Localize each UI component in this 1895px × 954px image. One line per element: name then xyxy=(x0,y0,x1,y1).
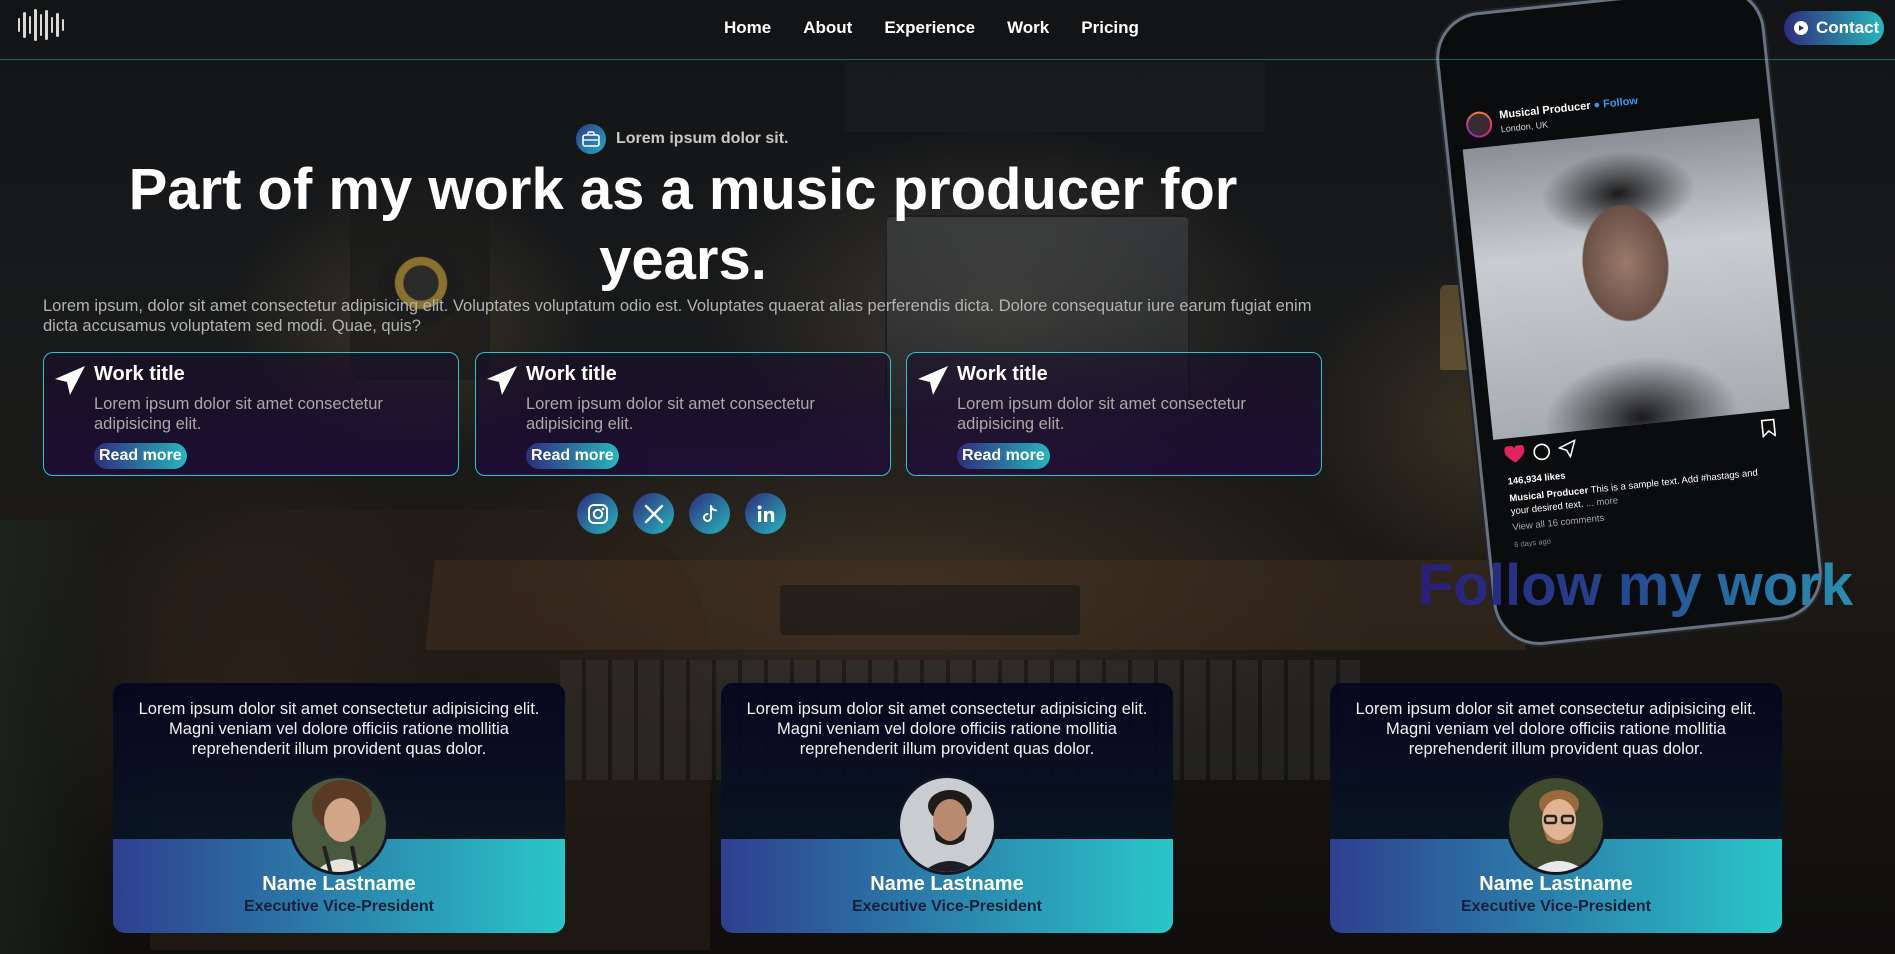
linkedin-icon xyxy=(757,505,774,522)
share-icon[interactable] xyxy=(1557,439,1578,459)
hero-description: Lorem ipsum, dolor sit amet consectetur … xyxy=(43,297,1312,335)
testimonial-card: Lorem ipsum dolor sit amet consectetur a… xyxy=(1330,683,1782,933)
post-time: 6 days ago xyxy=(1513,536,1552,550)
post-location: London, UK xyxy=(1500,119,1549,135)
work-card: Work title Lorem ipsum dolor sit amet co… xyxy=(906,352,1322,476)
testimonial-role: Executive Vice-President xyxy=(1460,898,1652,915)
avatar xyxy=(897,775,997,875)
follow-link[interactable]: Follow xyxy=(1603,95,1639,111)
work-title: Work title xyxy=(957,363,1048,385)
read-more-button[interactable]: Read more xyxy=(526,443,619,469)
work-text: Lorem ipsum dolor sit amet consectetur a… xyxy=(957,395,1246,433)
nav-pricing[interactable]: Pricing xyxy=(1081,16,1139,40)
testimonial-name: Name Lastname xyxy=(262,873,416,895)
soundwave-logo-icon[interactable] xyxy=(18,8,64,42)
avatar xyxy=(1506,775,1606,875)
read-more-button[interactable]: Read more xyxy=(957,443,1050,469)
phone-mockup: Musical Producer ● Follow London, UK 146… xyxy=(1431,0,1827,650)
post-username[interactable]: Musical Producer xyxy=(1499,100,1591,122)
nav-work[interactable]: Work xyxy=(1007,16,1049,40)
tiktok-icon xyxy=(702,504,717,522)
background-plant xyxy=(0,520,110,954)
main-nav: Home About Experience Work Pricing xyxy=(724,16,1139,40)
post-photo xyxy=(1462,118,1790,440)
read-more-button[interactable]: Read more xyxy=(94,443,187,469)
testimonial-quote: Lorem ipsum dolor sit amet consectetur a… xyxy=(746,700,1148,758)
caption-more[interactable]: ... more xyxy=(1585,495,1618,509)
tiktok-link[interactable] xyxy=(689,493,730,534)
instagram-link[interactable] xyxy=(577,493,618,534)
follow-title: Follow my work xyxy=(1418,553,1854,618)
testimonial-quote: Lorem ipsum dolor sit amet consectetur a… xyxy=(138,700,540,758)
work-title: Work title xyxy=(94,363,185,385)
avatar xyxy=(289,775,389,875)
work-text: Lorem ipsum dolor sit amet consectetur a… xyxy=(94,395,383,433)
testimonial-name: Name Lastname xyxy=(1479,873,1633,895)
work-title: Work title xyxy=(526,363,617,385)
background-desk xyxy=(425,560,1535,650)
background-monitor-top xyxy=(845,62,1265,132)
instagram-icon xyxy=(587,503,608,524)
verified-icon: ● xyxy=(1592,98,1601,112)
x-icon xyxy=(644,504,663,523)
paper-plane-icon xyxy=(55,366,85,395)
work-card: Work title Lorem ipsum dolor sit amet co… xyxy=(43,352,459,476)
paper-plane-icon xyxy=(918,366,948,395)
contact-label: Contact xyxy=(1816,18,1880,37)
work-text: Lorem ipsum dolor sit amet consectetur a… xyxy=(526,395,815,433)
hero-badge: Lorem ipsum dolor sit. xyxy=(576,124,788,154)
work-cards: Work title Lorem ipsum dolor sit amet co… xyxy=(43,352,1323,476)
social-links xyxy=(577,493,786,534)
badge-text: Lorem ipsum dolor sit. xyxy=(616,130,789,147)
background-keyboard xyxy=(780,585,1080,635)
bookmark-icon[interactable] xyxy=(1760,418,1777,438)
hero-title: Part of my work as a music producer for … xyxy=(128,157,1238,292)
testimonial-role: Executive Vice-President xyxy=(851,898,1043,915)
nav-home[interactable]: Home xyxy=(724,16,771,40)
testimonial-quote: Lorem ipsum dolor sit amet consectetur a… xyxy=(1355,700,1757,758)
nav-experience[interactable]: Experience xyxy=(884,16,975,40)
linkedin-link[interactable] xyxy=(745,493,786,534)
heart-icon[interactable] xyxy=(1504,444,1526,465)
site-header: Home About Experience Work Pricing Conta… xyxy=(0,0,1895,60)
nav-about[interactable]: About xyxy=(803,16,852,40)
comment-icon[interactable] xyxy=(1532,442,1552,462)
profile-avatar[interactable] xyxy=(1464,110,1494,139)
briefcase-icon xyxy=(576,124,606,154)
work-card: Work title Lorem ipsum dolor sit amet co… xyxy=(475,352,891,476)
testimonial-card: Lorem ipsum dolor sit amet consectetur a… xyxy=(113,683,565,933)
contact-button[interactable]: Contact xyxy=(1784,11,1884,45)
post-username-line: Musical Producer ● Follow xyxy=(1499,95,1639,121)
testimonial-role: Executive Vice-President xyxy=(243,898,435,915)
testimonial-name: Name Lastname xyxy=(870,873,1024,895)
post-likes: 146,934 likes xyxy=(1507,470,1567,488)
paper-plane-icon xyxy=(487,366,517,395)
x-link[interactable] xyxy=(633,493,674,534)
play-circle-icon xyxy=(1794,21,1808,35)
testimonial-card: Lorem ipsum dolor sit amet consectetur a… xyxy=(721,683,1173,933)
